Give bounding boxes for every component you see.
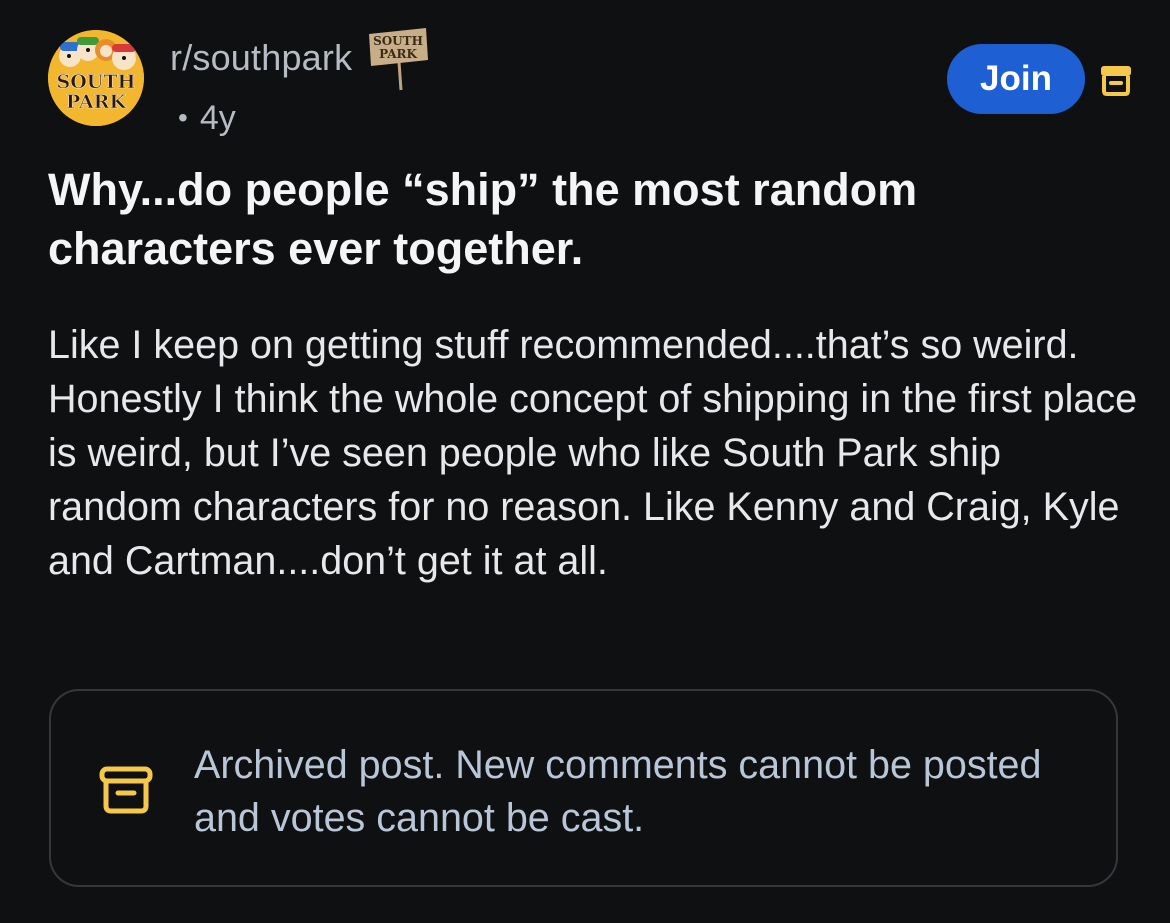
flair-text-line2: PARK: [379, 47, 417, 61]
south-park-sign-flair-icon: SOUTH PARK: [369, 28, 429, 91]
subreddit-meta: r/southpark SOUTH PARK • 4y: [170, 28, 430, 138]
avatar-text-line2: PARK: [66, 91, 127, 113]
archive-icon[interactable]: [1098, 62, 1134, 98]
post-age: 4y: [199, 99, 236, 137]
post-body: Like I keep on getting stuff recommended…: [48, 323, 1138, 583]
post-age-row: • 4y: [170, 98, 430, 138]
post-title[interactable]: Why...do people “ship” the most random c…: [48, 160, 1128, 278]
archive-icon: [99, 766, 153, 814]
subreddit-name-row: r/southpark SOUTH PARK: [170, 28, 430, 92]
south-park-logo-icon: SOUTH PARK: [48, 30, 144, 126]
join-button[interactable]: Join: [947, 44, 1085, 114]
post-header: SOUTH PARK r/southpark SOUTH PARK • 4y Jo…: [48, 28, 1138, 140]
subreddit-name[interactable]: r/southpark: [170, 34, 352, 82]
flair-text-line1: SOUTH: [373, 34, 423, 48]
archived-notice-text: Archived post. New comments cannot be po…: [194, 743, 1042, 840]
subreddit-avatar[interactable]: SOUTH PARK: [48, 30, 144, 126]
separator-dot: •: [178, 102, 188, 133]
archived-notice: Archived post. New comments cannot be po…: [49, 689, 1118, 887]
avatar-text-line1: SOUTH: [57, 71, 136, 93]
